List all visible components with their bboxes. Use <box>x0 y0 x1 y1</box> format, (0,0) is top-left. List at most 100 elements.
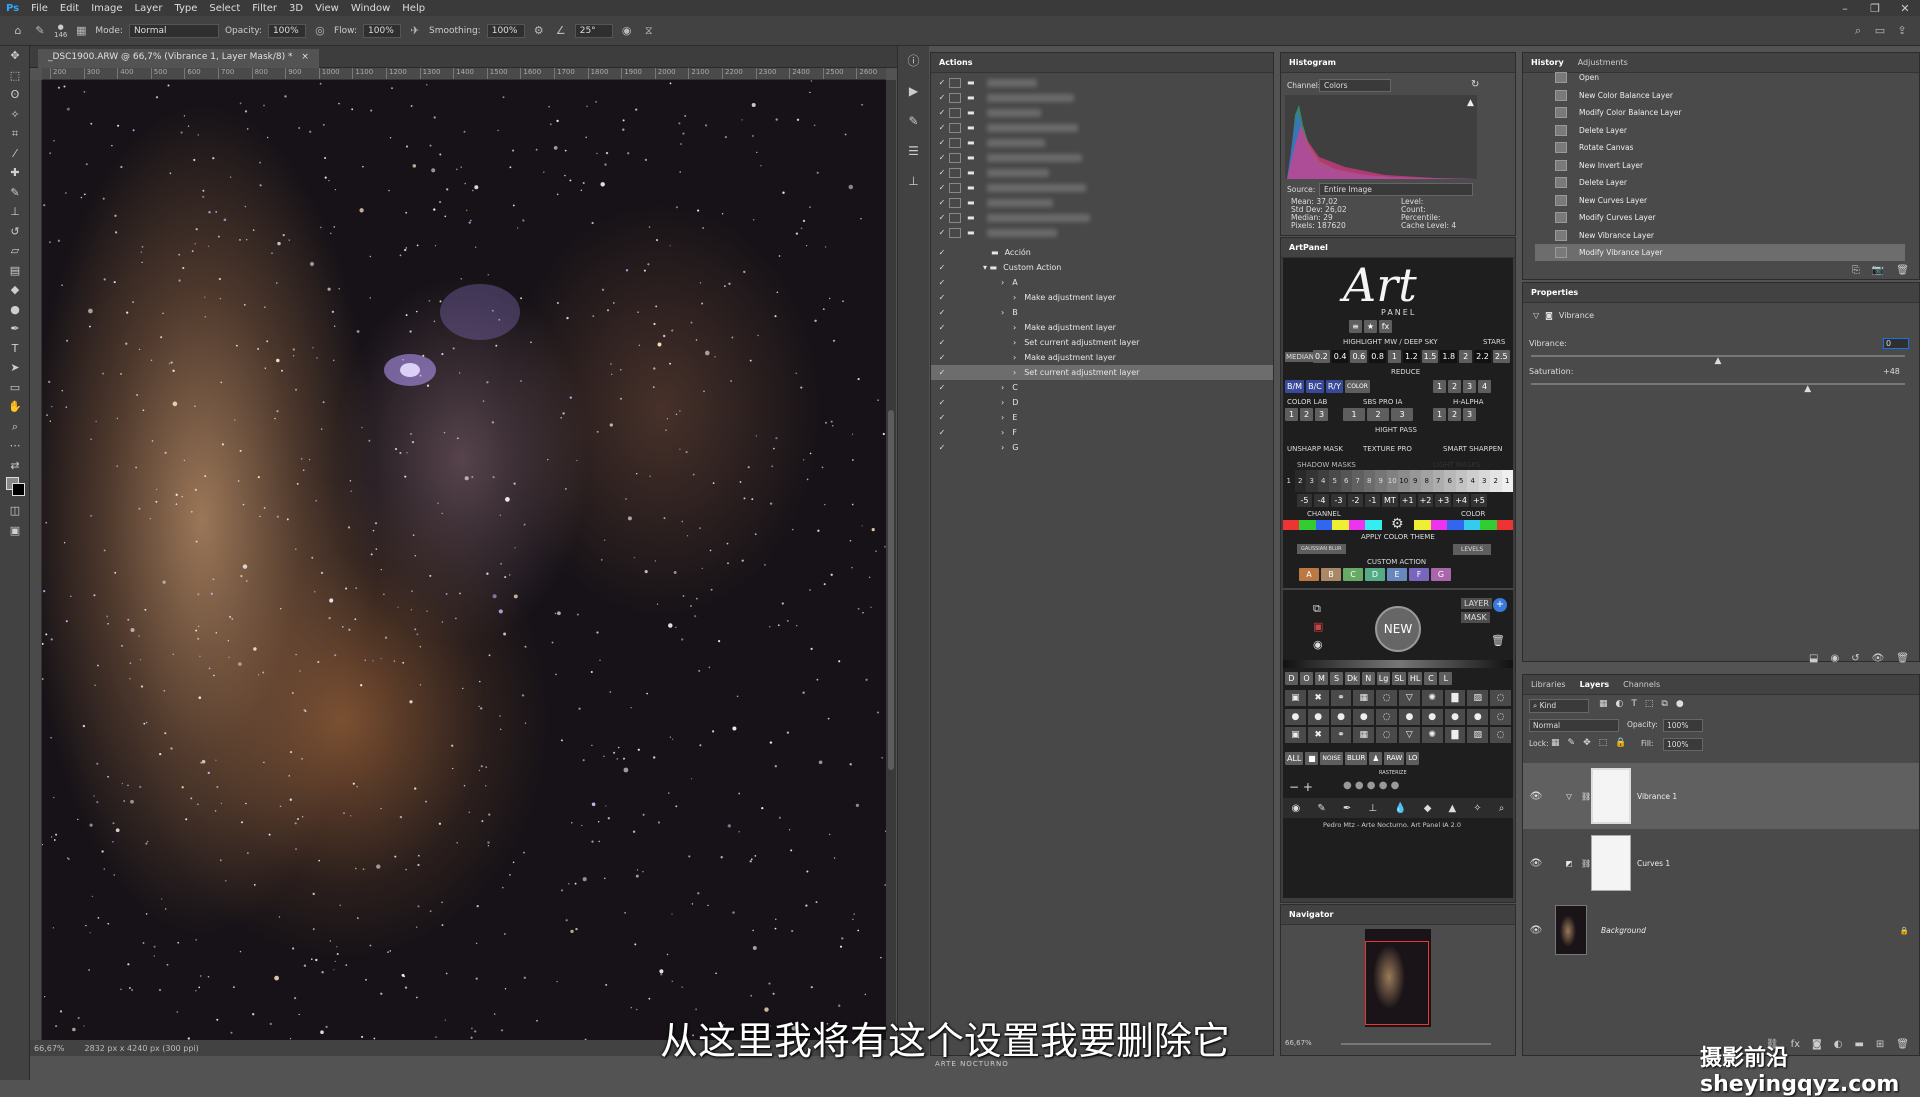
expand-icon[interactable]: › <box>1001 428 1004 437</box>
trash-icon[interactable]: 🗑 <box>1896 653 1909 664</box>
shape-tool-icon[interactable]: ▭ <box>0 378 30 398</box>
mask-offset-button[interactable]: +4 <box>1453 494 1469 507</box>
type-tool-icon[interactable]: T <box>0 339 30 359</box>
artpanel-tool-icon[interactable]: ▇ <box>1444 690 1466 706</box>
workspace-icon[interactable]: ▭ <box>1872 23 1888 39</box>
clip-icon[interactable]: ⬓ <box>1809 653 1818 664</box>
history-state[interactable]: New Curves Layer <box>1535 192 1905 209</box>
brush-tool-icon[interactable]: ✎ <box>32 23 48 39</box>
layer-name[interactable]: Curves 1 <box>1637 859 1670 868</box>
levels-button[interactable]: LEVELS <box>1453 544 1492 555</box>
dialog-toggle[interactable] <box>949 428 961 438</box>
history-state[interactable]: Modify Vibrance Layer <box>1535 244 1905 261</box>
fx-icon[interactable]: fx <box>1379 320 1392 333</box>
canvas-scrollbar[interactable] <box>886 80 896 1040</box>
crop-tool-icon[interactable]: ⌗ <box>0 124 30 144</box>
artpanel-tool-icon[interactable]: ● <box>1467 708 1489 725</box>
action-set-row[interactable]: ✓ ▬ <box>931 135 1273 150</box>
action-set-row[interactable]: ✓ ▬ <box>931 90 1273 105</box>
navigator-tab[interactable]: Navigator <box>1289 910 1333 919</box>
expand-icon[interactable]: › <box>1013 368 1016 377</box>
move-tool-icon[interactable]: ✥ <box>0 46 30 66</box>
action-set-row[interactable]: ✓ ▬ <box>931 75 1273 90</box>
new-document-icon[interactable]: ⎘ <box>1852 265 1860 276</box>
mode-select[interactable]: Normal <box>128 23 219 38</box>
menu-window[interactable]: Window <box>345 3 396 14</box>
history-state[interactable]: Open <box>1535 69 1905 86</box>
action-row[interactable]: ✓ › A <box>931 275 1273 290</box>
expand-icon[interactable]: › <box>1001 413 1004 422</box>
expand-icon[interactable]: › <box>1001 278 1004 287</box>
action-row[interactable]: ✓ › Make adjustment layer <box>931 290 1273 305</box>
dialog-toggle[interactable] <box>949 122 961 133</box>
vibrance-slider[interactable]: ▲ <box>1531 355 1905 366</box>
tool-letter-button[interactable]: L <box>1439 672 1453 685</box>
highlight-value-button[interactable]: 2 <box>1459 350 1473 363</box>
artpanel-tool-icon[interactable]: ✖ <box>1307 727 1329 744</box>
highlight-value-button[interactable]: 1 <box>1387 350 1401 363</box>
refresh-icon[interactable]: ↻ <box>1471 79 1479 90</box>
artpanel-tool-icon[interactable]: ⚭ <box>1330 727 1352 744</box>
dialog-toggle[interactable] <box>949 383 961 393</box>
blur-button[interactable]: BLUR <box>1344 752 1368 765</box>
luminosity-mask-button[interactable]: 2 <box>1490 470 1502 492</box>
figure-icon[interactable]: ♟ <box>1369 752 1383 765</box>
trash-icon[interactable]: 🗑 <box>1491 634 1505 647</box>
expand-icon[interactable]: › <box>1013 353 1016 362</box>
reduce-value-button[interactable]: 2 <box>1448 380 1461 393</box>
layer-mask-thumbnail[interactable] <box>1591 768 1631 824</box>
history-state[interactable]: Modify Curves Layer <box>1535 209 1905 226</box>
menu-3d[interactable]: 3D <box>283 3 309 14</box>
pen-icon[interactable]: ✒ <box>1343 803 1351 814</box>
check-icon[interactable]: ✓ <box>935 323 949 332</box>
check-icon[interactable]: ✓ <box>935 293 949 302</box>
lock-move-icon[interactable]: ✥ <box>1583 738 1591 748</box>
path-select-tool-icon[interactable]: ➤ <box>0 358 30 378</box>
minimize-icon[interactable]: – <box>1830 2 1860 15</box>
expand-icon[interactable]: › <box>1013 338 1016 347</box>
visibility-eye-icon[interactable]: 👁 <box>1527 858 1545 869</box>
mask-offset-button[interactable]: -2 <box>1348 494 1363 507</box>
artpanel-tool-icon[interactable]: ◌ <box>1490 727 1511 744</box>
layer-button[interactable]: LAYER <box>1461 598 1492 609</box>
layer-name[interactable]: Vibrance 1 <box>1637 792 1677 801</box>
lock-all-icon[interactable]: 🔒 <box>1615 738 1626 748</box>
pen-tool-icon[interactable]: ✒ <box>0 319 30 339</box>
menu-type[interactable]: Type <box>168 3 203 14</box>
highlight-value-button[interactable]: 0.4 <box>1331 350 1349 363</box>
gaussian-blur-button[interactable]: GAUSSIAN BLUR <box>1297 544 1346 554</box>
smart-filter-icon[interactable]: ⧉ <box>1661 699 1667 709</box>
custom-action-button[interactable]: G <box>1431 568 1451 581</box>
artpanel-tool-icon[interactable]: ● <box>1444 708 1466 725</box>
color-button[interactable]: COLOR <box>1345 380 1370 393</box>
reduce-value-button[interactable]: 3 <box>1463 380 1476 393</box>
tool-letter-button[interactable]: S <box>1330 672 1343 685</box>
tool-letter-button[interactable]: C <box>1424 672 1438 685</box>
check-icon[interactable]: ✓ <box>935 338 949 347</box>
dialog-toggle[interactable] <box>949 293 961 303</box>
angle-field[interactable]: 25° <box>574 23 613 38</box>
mask-offset-button[interactable]: +2 <box>1417 494 1434 507</box>
tool-letter-button[interactable]: Lg <box>1376 672 1391 685</box>
luminosity-mask-button[interactable]: 4 <box>1317 470 1329 492</box>
layer-filter-select[interactable]: ⌕ Kind <box>1529 699 1589 713</box>
expand-icon[interactable]: › <box>1001 308 1004 317</box>
channels-tab[interactable]: Channels <box>1623 680 1660 689</box>
action-row[interactable]: ✓ › D <box>931 395 1273 410</box>
dialog-toggle[interactable] <box>949 227 961 238</box>
canvas-image-milky-way[interactable] <box>42 80 886 1040</box>
expand-icon[interactable]: › <box>1001 398 1004 407</box>
ry-button[interactable]: R/Y <box>1325 380 1344 393</box>
home-icon[interactable]: ⌂ <box>10 23 26 39</box>
menu-file[interactable]: File <box>25 3 54 14</box>
brush-preset-picker[interactable]: ● 146 <box>54 23 67 39</box>
tool-letter-button[interactable]: HL <box>1407 672 1423 685</box>
reduce-value-button[interactable]: 1 <box>1433 380 1446 393</box>
lasso-tool-icon[interactable]: ʘ <box>0 85 30 105</box>
check-icon[interactable]: ✓ <box>935 123 949 132</box>
document-size-info[interactable]: 2832 px x 4240 px (300 ppi) <box>85 1044 199 1053</box>
background-color-swatch[interactable] <box>12 483 25 496</box>
action-row[interactable]: ✓ › Set current adjustment layer <box>931 365 1273 380</box>
menu-view[interactable]: View <box>309 3 345 14</box>
expand-icon[interactable]: › <box>1013 323 1016 332</box>
